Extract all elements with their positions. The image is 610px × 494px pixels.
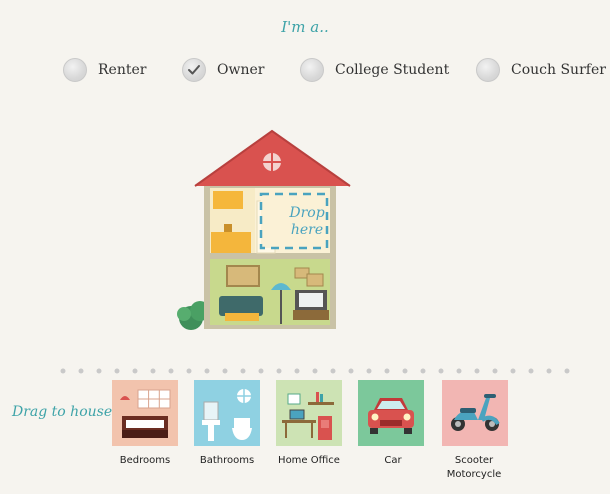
drop-zone-label: Drop here xyxy=(289,205,325,238)
role-label-couch-surfer: Couch Surfer xyxy=(511,62,606,78)
checkmark-icon xyxy=(188,65,200,75)
role-option-couch-surfer[interactable]: Couch Surfer xyxy=(476,56,606,84)
house-illustration: Drop here xyxy=(175,128,355,333)
tile-label-scooter-motorcycle-text: Scooter Motorcycle xyxy=(446,455,502,480)
role-options: Renter Owner College Student Couch Surfe… xyxy=(0,56,610,84)
role-label-renter: Renter xyxy=(98,62,147,78)
tile-car[interactable] xyxy=(358,380,424,446)
tile-label-scooter-motorcycle: Scooter Motorcycle xyxy=(424,454,524,482)
role-option-college-student[interactable]: College Student xyxy=(300,56,449,84)
role-label-college-student: College Student xyxy=(335,62,450,78)
tile-home-office[interactable] xyxy=(276,380,342,446)
scooter-icon xyxy=(451,394,500,431)
home-office-icon xyxy=(282,392,334,440)
role-option-owner[interactable]: Owner xyxy=(182,56,264,84)
radio-owner[interactable] xyxy=(182,58,206,82)
car-icon xyxy=(368,398,414,434)
radio-college-student[interactable] xyxy=(300,58,324,82)
page-title: I'm a.. xyxy=(281,18,329,36)
radio-renter[interactable] xyxy=(63,58,87,82)
role-option-renter[interactable]: Renter xyxy=(63,56,146,84)
divider-dots xyxy=(60,359,570,374)
role-label-owner: Owner xyxy=(217,62,265,78)
bathroom-icon xyxy=(202,389,252,441)
drag-label: Drag to house xyxy=(12,404,113,420)
tile-bedrooms[interactable] xyxy=(112,380,178,446)
tile-scooter-motorcycle[interactable] xyxy=(442,380,508,446)
radio-couch-surfer[interactable] xyxy=(476,58,500,82)
tile-bathrooms[interactable] xyxy=(194,380,260,446)
bedroom-icon xyxy=(120,389,171,438)
